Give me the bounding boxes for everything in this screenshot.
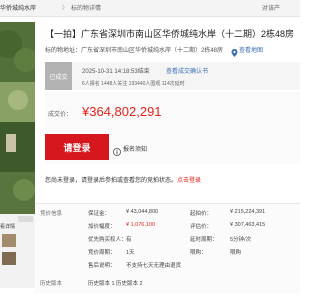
details-field-label: 保证金：	[88, 211, 111, 217]
top-bar	[0, 0, 300, 17]
details-field-label: 售后说明：	[88, 263, 116, 269]
details-field-value: ¥ 43,044,800	[126, 209, 159, 215]
details-field-value: ¥ 215,224,391	[230, 209, 266, 215]
auction-stats: 6人报名 1448人关注 193440人围观 114次延时	[82, 81, 185, 87]
login-hint-text: 您尚未登录，请登录后参拍或查看您的竞拍状态。	[45, 178, 178, 184]
details-section-label: 历史版本	[40, 281, 63, 287]
listing-address: 标的物地址：广东省深圳市南山区华侨城纯水岸（十二期）2栋48房	[45, 48, 224, 54]
history-version-link[interactable]: 历史版本 2	[116, 279, 143, 287]
info-icon	[113, 143, 121, 156]
details-field-value: 不支持七天无理由退货	[126, 263, 182, 269]
details-field-label: 延时周期：	[190, 237, 218, 243]
registration-notice-link[interactable]: 报名须知	[123, 144, 147, 153]
view-deal-confirmation-link[interactable]: 查看成交确认书	[166, 66, 208, 75]
login-button[interactable]: 请登录	[45, 134, 109, 160]
map-pin-icon[interactable]	[231, 44, 238, 57]
property-photo[interactable]	[0, 22, 35, 214]
details-field-label: 竞价周期：	[88, 250, 116, 256]
status-badge: 已成交	[45, 62, 72, 90]
details-field-value: ¥ 1,076,100	[126, 222, 156, 228]
details-field-value: 有	[126, 237, 132, 243]
details-field-value: 5分钟/次	[230, 237, 252, 243]
details-field-label: 起拍价：	[190, 211, 213, 217]
details-section-label: 竞价信息	[40, 211, 63, 217]
details-field-label: 评估价：	[190, 224, 213, 230]
listing-title: 【一拍】广东省深圳市南山区华侨城纯水岸（十二期）2栋48房	[45, 29, 295, 39]
history-version-link[interactable]: 历史版本 1	[88, 279, 115, 287]
details-field-label: 限购：	[190, 250, 207, 256]
details-field-value: 限购	[230, 250, 242, 256]
breadcrumb-separator: 〉	[62, 6, 69, 12]
details-field-label: 优先购买权人：	[88, 237, 127, 243]
breadcrumb-action[interactable]: 对该产	[262, 3, 280, 12]
login-link[interactable]: 点击登录	[177, 178, 201, 184]
auction-details-table	[35, 203, 300, 294]
login-hint: 您尚未登录，请登录后参拍或查看您的竞拍状态。点击登录	[45, 175, 201, 184]
auction-end-time: 2025-10-31 14:18:53结束	[82, 69, 150, 75]
deal-price-value: ¥364,802,291	[82, 104, 162, 119]
view-map-link[interactable]: 查看地图	[239, 45, 263, 54]
breadcrumb-current: 标的物详情	[71, 6, 102, 12]
details-field-label: 加价幅度：	[88, 224, 116, 230]
deal-price-label: 成交价：	[48, 112, 73, 118]
gallery-view-label[interactable]: 看详情	[0, 223, 15, 230]
breadcrumb-parent[interactable]: 华侨城纯水岸	[0, 3, 36, 12]
details-field-value: 1天	[126, 250, 135, 256]
details-field-value: ¥ 307,463,415	[230, 222, 266, 228]
